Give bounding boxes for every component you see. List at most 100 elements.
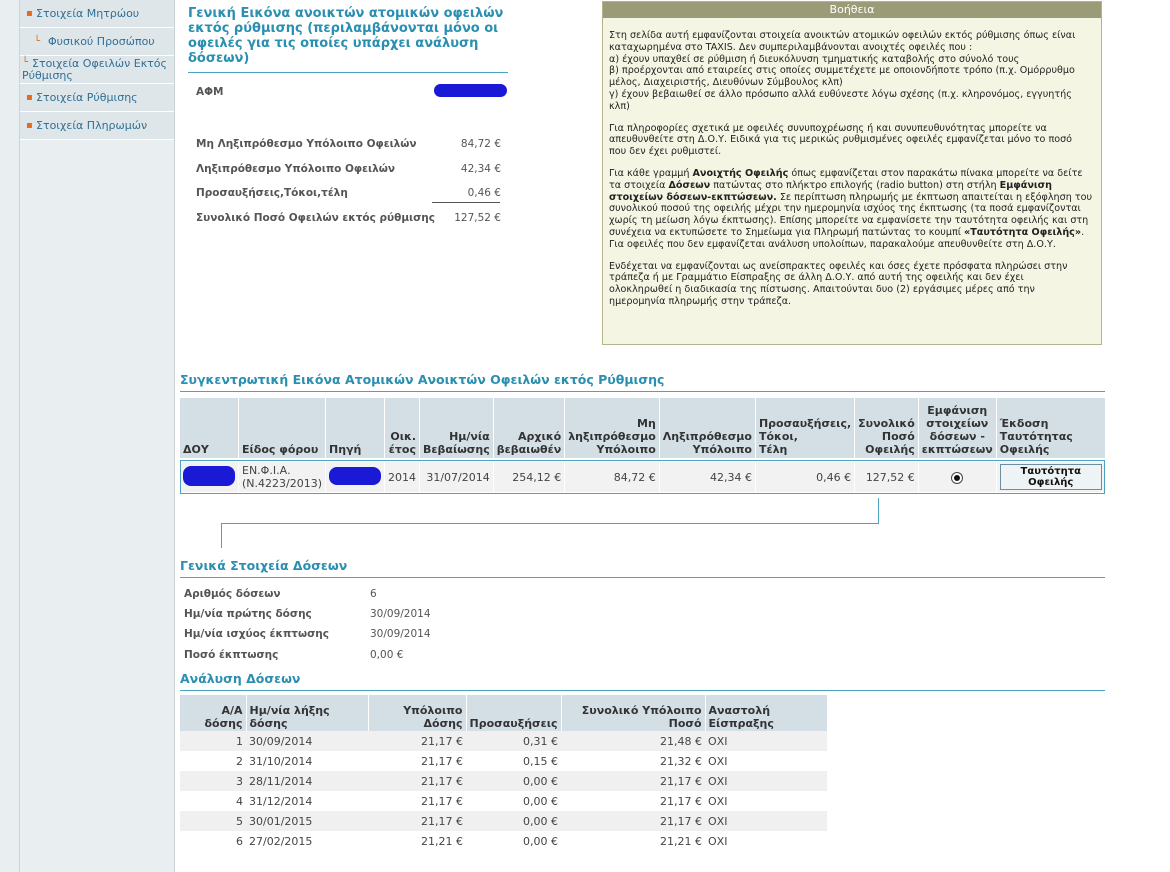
- orange-bullet-icon: ▪: [26, 120, 33, 131]
- debts-section-title: Συγκεντρωτική Εικόνα Ατομικών Ανοικτών Ο…: [180, 372, 1105, 392]
- cell-total: 21,48 €: [561, 731, 706, 751]
- analysis-table: Α/Α δόσης Ημ/νία λήξης δόσης Υπόλοιπο Δόσης…: [180, 695, 828, 851]
- help-line: Για πληροφορίες σχετικά με οφειλές συνυπ…: [609, 122, 1047, 134]
- header-label: δόσης: [204, 717, 243, 730]
- col-suspend: Αναστολή Είσπραξης: [705, 695, 828, 731]
- main-content: Γενική Εικόνα ανοικτών ατομικών οφειλών …: [176, 0, 1170, 872]
- help-title: Βοήθεια: [603, 2, 1101, 18]
- help-paragraph-2: Για πληροφορίες σχετικά με οφειλές συνυπ…: [609, 123, 1093, 158]
- show-installments-radio[interactable]: [951, 471, 964, 484]
- overview-title: Γενική Εικόνα ανοικτών ατομικών οφειλών …: [188, 6, 508, 73]
- col-tax-type: Είδος φόρου: [238, 398, 327, 460]
- sum-divider: [432, 202, 500, 203]
- help-paragraph-3: Για κάθε γραμμή Ανοιχτής Οφειλής όπως εμ…: [609, 168, 1093, 251]
- header-label: Προσαυξήσεις,: [758, 417, 852, 430]
- installments-label: Ποσό έκπτωσης: [184, 649, 279, 661]
- sub-item-bullet-icon: └: [34, 36, 41, 47]
- summary-label: Μη Ληξιπρόθεσμο Υπόλοιπο Οφειλών: [196, 138, 417, 150]
- col-source: Πηγή: [325, 398, 386, 460]
- help-paragraph-4: Ενδέχεται να εμφανίζονται ως ανείσπρακτε…: [609, 261, 1093, 308]
- summary-label: Ληξιπρόθεσμο Υπόλοιπο Οφειλών: [196, 163, 396, 175]
- debt-identity-button[interactable]: Ταυτότητα Οφειλής: [999, 464, 1102, 490]
- cell-balance: 21,17 €: [368, 771, 466, 791]
- col-issue-id: Έκδοση Ταυτότητας Οφειλής: [996, 398, 1106, 460]
- help-line: καταχωρημένα στο TAXIS. Δεν συμπεριλαμβά…: [609, 41, 973, 53]
- help-line: ημερομηνία πληρωμής στην τράπεζα.: [609, 295, 792, 307]
- sidebar-item-debts-outside-settlement[interactable]: └ Στοιχεία Οφειλών Εκτός Ρύθμισης: [20, 56, 174, 84]
- tax-type-text: (Ν.4223/2013): [242, 477, 323, 490]
- help-line: κλπ): [609, 100, 630, 112]
- help-line: α) έχουν υπαχθεί σε ρύθμιση ή διευκόλυνσ…: [609, 53, 1020, 65]
- header-label: Εμφάνιση: [927, 404, 988, 417]
- col-initial: Αρχικό βεβαιωθέν: [493, 398, 566, 460]
- cell-total: 21,17 €: [561, 771, 706, 791]
- cell-balance: 21,17 €: [368, 791, 466, 811]
- help-line: μέλος, Διαχειριστής, Διευθύνων Σύμβουλος…: [609, 77, 843, 89]
- afm-label: ΑΦΜ: [196, 86, 224, 98]
- col-date: Ημ/νία Βεβαίωσης: [419, 398, 494, 460]
- cell-balance: 21,21 €: [368, 831, 466, 851]
- cell-tax-type: ΕΝ.Φ.Ι.Α. (Ν.4223/2013): [238, 458, 327, 492]
- header-label: Τόκοι,: [758, 430, 798, 443]
- orange-bullet-icon: ▪: [26, 92, 33, 103]
- cell-initial: 254,12 €: [493, 458, 566, 492]
- cell-balance: 21,17 €: [368, 811, 466, 831]
- cell-due: 31/12/2014: [246, 791, 368, 811]
- help-line: γ) έχουν βεβαιωθεί σε άλλο πρόσωπο αλλά …: [609, 88, 1072, 100]
- help-line: που δεν έχει ρυθμιστεί.: [609, 146, 722, 158]
- cell-aa: 6: [180, 831, 246, 851]
- cell-surcharges: 0,00 €: [466, 811, 562, 831]
- col-year: Οικ. έτος: [384, 398, 421, 460]
- header-label: Ημ/νία: [449, 430, 490, 443]
- sidebar-item-registry[interactable]: ▪ Στοιχεία Μητρώου: [20, 0, 174, 28]
- header-label: δόσεων -: [929, 430, 985, 443]
- cell-surcharges: 0,46 €: [755, 458, 856, 492]
- cell-suspend: ΟΧΙ: [705, 771, 828, 791]
- summary-value: 0,46 €: [467, 187, 501, 199]
- cell-suspend: ΟΧΙ: [705, 751, 828, 771]
- cell-balance: 21,17 €: [368, 751, 466, 771]
- help-bold-text: Ανοιχτής Οφειλής: [692, 167, 789, 179]
- cell-surcharges: 0,15 €: [466, 751, 562, 771]
- cell-balance: 21,17 €: [368, 731, 466, 751]
- cell-suspend: ΟΧΙ: [705, 791, 828, 811]
- summary-value: 42,34 €: [460, 163, 501, 175]
- header-label: Αναστολή: [708, 704, 771, 717]
- sidebar-item-natural-person[interactable]: └ Φυσικού Προσώπου: [20, 28, 174, 56]
- col-aa: Α/Α δόσης: [180, 695, 247, 731]
- cell-due: 27/02/2015: [246, 831, 368, 851]
- cell-aa: 2: [180, 751, 246, 771]
- sidebar: ▪ Στοιχεία Μητρώου └ Φυσικού Προσώπου └ …: [20, 0, 175, 872]
- header-label: στοιχείων: [926, 417, 989, 430]
- installments-value: 0,00 €: [370, 649, 404, 661]
- col-due-date: Ημ/νία λήξης δόσης: [246, 695, 369, 731]
- header-label: ληξιπρόθεσμο: [568, 430, 656, 443]
- orange-bullet-icon: ▪: [26, 8, 33, 19]
- table-row: 6 27/02/2015 21,21 € 0,00 € 21,21 € ΟΧΙ: [180, 831, 828, 851]
- header-label: έτος: [388, 443, 417, 456]
- header-label: Α/Α: [221, 704, 243, 717]
- cell-total: 127,52 €: [854, 458, 919, 492]
- sidebar-item-settlement[interactable]: ▪ Στοιχεία Ρύθμισης: [20, 84, 174, 112]
- cell-aa: 3: [180, 771, 246, 791]
- table-row: 1 30/09/2014 21,17 € 0,31 € 21,48 € ΟΧΙ: [180, 731, 828, 751]
- header-label: Μη: [637, 417, 656, 430]
- help-line: απευθυνθείτε στη Δ.Ο.Υ. Ειδικά για τις μ…: [609, 134, 1073, 146]
- summary-value: 127,52 €: [454, 212, 501, 224]
- help-line: Στη σελίδα αυτή εμφανίζονται στοιχεία αν…: [609, 30, 1076, 41]
- help-bold-text: «Ταυτότητα Οφειλής»: [964, 226, 1082, 238]
- col-overdue: Ληξιπρόθεσμο Υπόλοιπο: [659, 398, 756, 460]
- header-label: Υπόλοιπο: [403, 704, 463, 717]
- header-label: Δόσης: [423, 717, 463, 730]
- cell-due: 30/01/2015: [246, 811, 368, 831]
- header-label: Έκδοση: [999, 417, 1049, 430]
- installments-label: Αριθμός δόσεων: [184, 588, 281, 600]
- sidebar-item-payments[interactable]: ▪ Στοιχεία Πληρωμών: [20, 112, 174, 140]
- cell-show-installments: [918, 458, 997, 492]
- cell-total: 21,32 €: [561, 751, 706, 771]
- header-label: Ταυτότητας: [999, 430, 1073, 443]
- header-label: Προσαυξήσεις: [469, 717, 558, 730]
- header-label: Ληξιπρόθεσμο: [662, 430, 752, 443]
- sidebar-item-label: Στοιχεία Ρύθμισης: [36, 91, 138, 104]
- cell-aa: 1: [180, 731, 246, 751]
